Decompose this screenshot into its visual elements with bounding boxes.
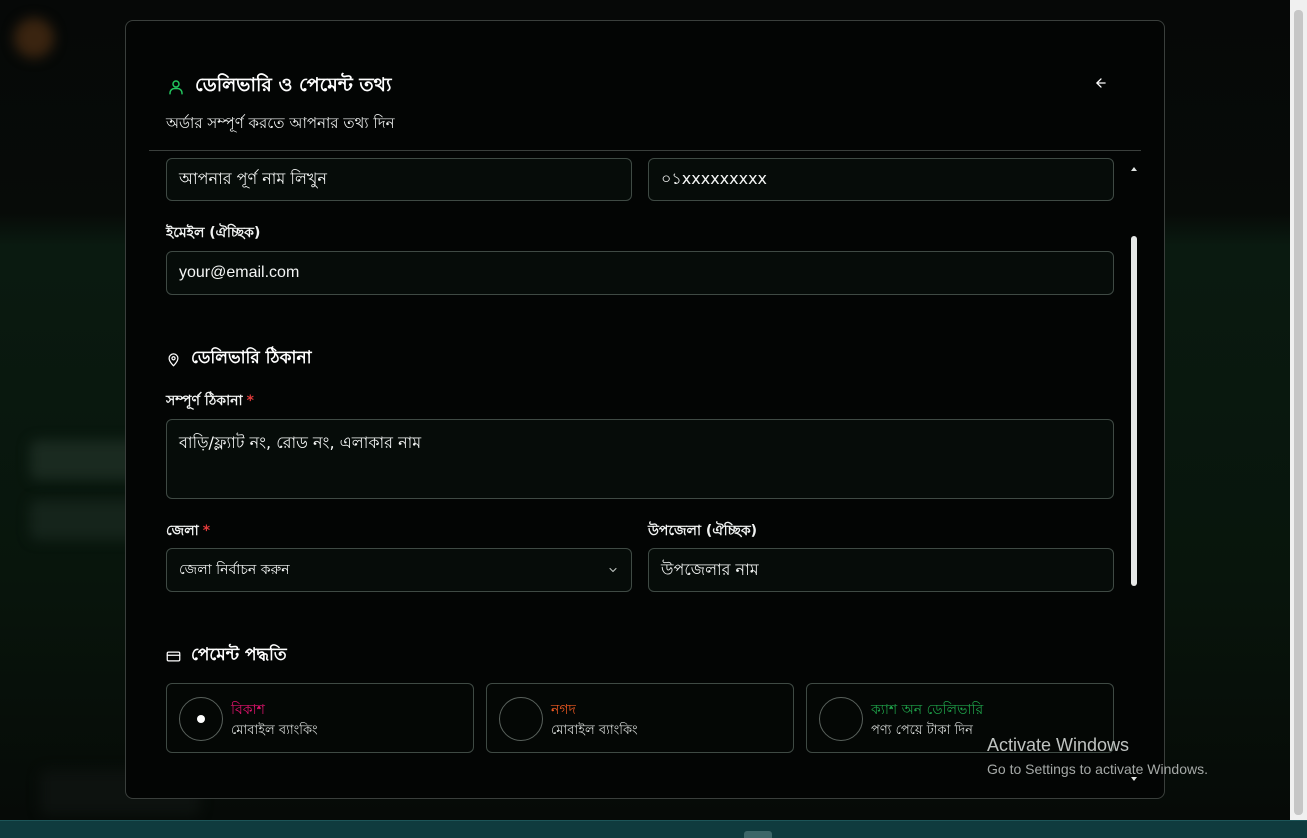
background-logo [14, 18, 54, 58]
payment-method-title: পেমেন্ট পদ্ধতি [191, 645, 287, 665]
taskbar [0, 820, 1307, 838]
required-mark: * [246, 393, 254, 409]
district-label: জেলা * [166, 519, 210, 543]
credit-card-icon [166, 651, 181, 661]
payment-option-name: ক্যাশ অন ডেলিভারি [871, 702, 984, 718]
watermark-line-1: Activate Windows [987, 735, 1130, 755]
payment-option-name: বিকাশ [231, 702, 265, 718]
payment-option-name: নগদ [551, 702, 576, 718]
page-scrollbar[interactable] [1290, 0, 1307, 820]
email-label: ইমেইল (ঐচ্ছিক) [166, 225, 261, 241]
modal-scrollbar[interactable] [1129, 161, 1139, 791]
phone-input[interactable]: ০১xxxxxxxxx [648, 158, 1114, 201]
full-address-label: সম্পূর্ণ ঠিকানা * [166, 389, 254, 413]
delivery-address-heading: ডেলিভারি ঠিকানা [166, 345, 312, 373]
email-input[interactable]: your@email.com [166, 251, 1114, 295]
modal-title-row: ডেলিভারি ও পেমেন্ট তথ্য [167, 71, 391, 103]
district-label-text: জেলা [166, 523, 199, 539]
modal-subtitle: অর্ডার সম্পূর্ণ করতে আপনার তথ্য দিন [166, 114, 395, 132]
upazila-label: উপজেলা (ঐচ্ছিক) [648, 523, 758, 539]
map-pin-icon [168, 352, 179, 366]
payment-method-heading: পেমেন্ট পদ্ধতি [166, 642, 287, 670]
modal-title: ডেলিভারি ও পেমেন্ট তথ্য [195, 74, 392, 96]
radio-button[interactable] [819, 697, 863, 741]
delivery-address-title: ডেলিভারি ঠিকানা [191, 348, 312, 368]
full-address-textarea[interactable]: বাড়ি/ফ্ল্যাট নং, রোড নং, এলাকার নাম [166, 419, 1114, 499]
radio-button[interactable] [179, 697, 223, 741]
payment-option-bkash[interactable]: বিকাশ মোবাইল ব্যাংকিং [166, 683, 474, 753]
full-address-placeholder: বাড়ি/ফ্ল্যাট নং, রোড নং, এলাকার নাম [179, 433, 422, 452]
phone-input-placeholder: ০১xxxxxxxxx [661, 169, 768, 188]
taskbar-item[interactable] [744, 831, 772, 838]
modal-header: ডেলিভারি ও পেমেন্ট তথ্য অর্ডার সম্পূর্ণ … [149, 21, 1141, 151]
upazila-input-placeholder: উপজেলার নাম [661, 559, 759, 579]
name-input[interactable]: আপনার পূর্ণ নাম লিখুন [166, 158, 632, 201]
required-mark: * [202, 523, 211, 539]
upazila-input[interactable]: উপজেলার নাম [648, 548, 1114, 592]
scroll-up-arrow[interactable] [1131, 167, 1137, 171]
email-input-placeholder: your@email.com [179, 264, 300, 281]
modal-body: আপনার পূর্ণ নাম লিখুন ০১xxxxxxxxx ইমেইল … [126, 152, 1164, 798]
checkout-modal: ডেলিভারি ও পেমেন্ট তথ্য অর্ডার সম্পূর্ণ … [125, 20, 1165, 799]
radio-selected-dot [197, 715, 205, 723]
user-icon [169, 80, 183, 95]
radio-button[interactable] [499, 697, 543, 741]
page-scrollbar-thumb[interactable] [1294, 10, 1303, 815]
district-select[interactable]: জেলা নির্বাচন করুন [166, 548, 632, 592]
modal-scrollbar-thumb[interactable] [1131, 236, 1137, 586]
scroll-down-arrow[interactable] [1131, 777, 1137, 781]
activate-windows-watermark: Activate Windows Go to Settings to activ… [987, 735, 1208, 777]
back-button[interactable] [1089, 71, 1113, 95]
name-input-placeholder: আপনার পূর্ণ নাম লিখুন [179, 169, 327, 188]
payment-option-desc: মোবাইল ব্যাংকিং [551, 723, 638, 738]
district-select-value: জেলা নির্বাচন করুন [179, 562, 290, 578]
payment-option-desc: পণ্য পেয়ে টাকা দিন [871, 723, 973, 738]
payment-option-nagad[interactable]: নগদ মোবাইল ব্যাংকিং [486, 683, 794, 753]
full-address-label-text: সম্পূর্ণ ঠিকানা [166, 393, 243, 409]
payment-option-desc: মোবাইল ব্যাংকিং [231, 723, 318, 738]
chevron-down-icon [609, 567, 617, 573]
watermark-line-2: Go to Settings to activate Windows. [987, 761, 1208, 777]
arrow-left-icon [1096, 78, 1106, 88]
